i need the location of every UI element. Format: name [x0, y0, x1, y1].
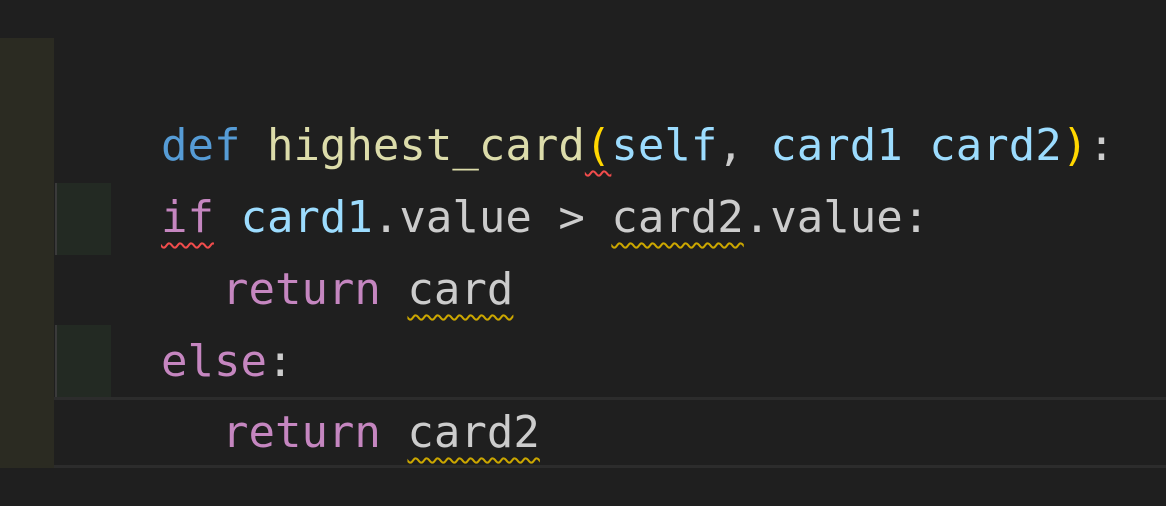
- indent-guide: [55, 183, 111, 255]
- code-line-2[interactable]: if card1.value > card2.value:: [55, 110, 929, 243]
- var-card2: card2: [611, 192, 744, 243]
- close-paren: ): [1061, 120, 1089, 171]
- indent-guide: [55, 325, 111, 397]
- param-card2: card2: [929, 120, 1062, 171]
- value-attr: .value:: [743, 192, 930, 243]
- colon: :: [1088, 120, 1115, 171]
- editor-gutter: [0, 38, 54, 468]
- var-card: card: [407, 264, 514, 315]
- current-line-highlight[interactable]: [54, 397, 1166, 468]
- code-editor[interactable]: def highest_card(self, card1 card2): if …: [0, 0, 1166, 506]
- code-line-5[interactable]: return card2: [116, 325, 540, 458]
- code-line-1[interactable]: def highest_card(self, card1 card2):: [55, 38, 1115, 171]
- code-line-4[interactable]: else:: [55, 254, 293, 387]
- code-line-3[interactable]: return card: [116, 182, 513, 315]
